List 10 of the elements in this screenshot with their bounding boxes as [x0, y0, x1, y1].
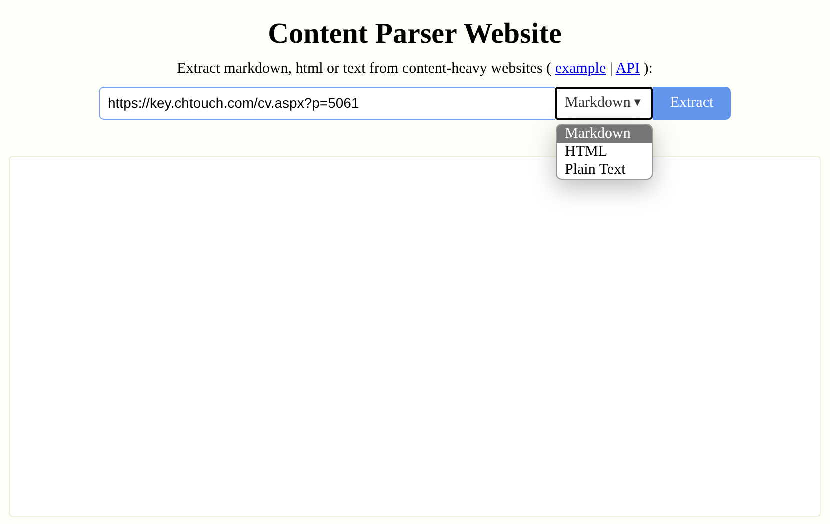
dropdown-option[interactable]: Markdown	[557, 124, 652, 142]
selected-value: Markdown	[565, 94, 631, 113]
dropdown-option[interactable]: HTML	[557, 142, 652, 160]
page-title: Content Parser Website	[267, 17, 563, 52]
link[interactable]: example	[555, 61, 606, 77]
dropdown-option[interactable]: Plain Text	[557, 160, 652, 178]
url-field[interactable]: https://key.chtouch.com/cv.aspx?p=5061	[99, 86, 555, 120]
dropdown-arrow-icon: ▼	[632, 94, 643, 112]
link[interactable]: API	[616, 61, 640, 77]
subtitle: Extract markdown, html or text from content-heavy websites ( example | API ):	[176, 60, 654, 79]
